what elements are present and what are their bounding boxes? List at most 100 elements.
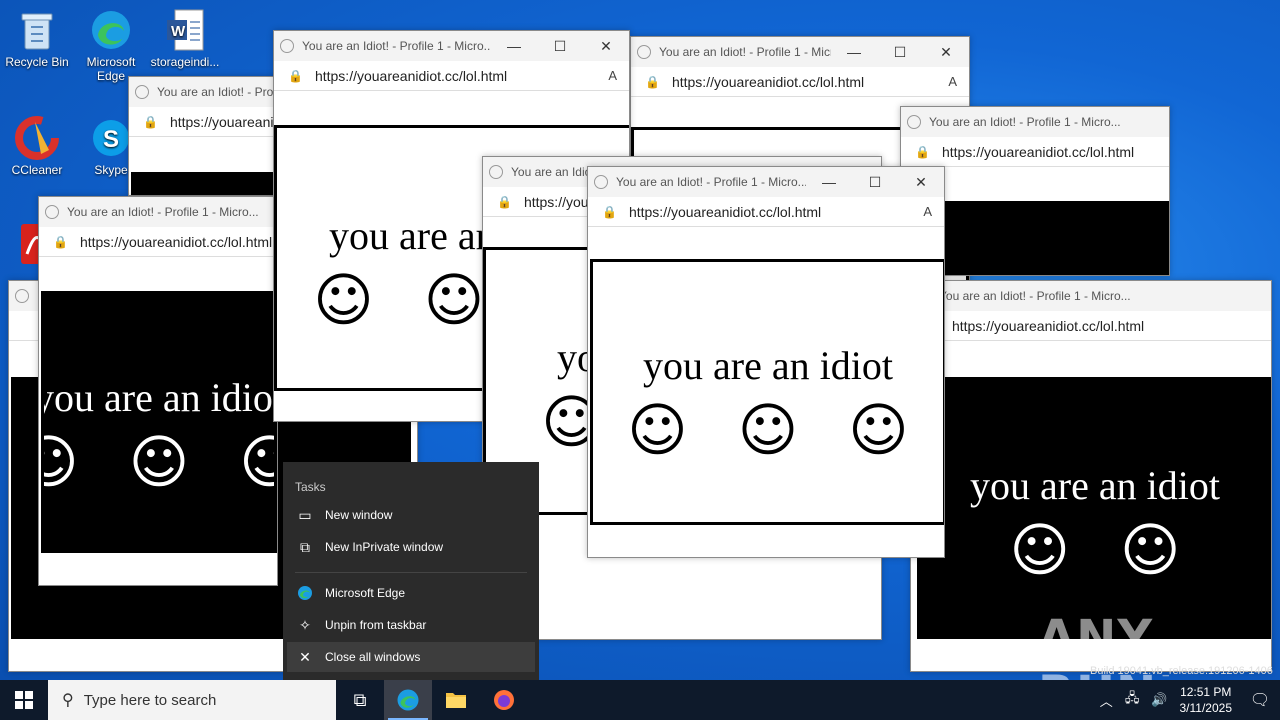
- jump-list-header: Tasks: [295, 480, 326, 494]
- read-aloud-icon[interactable]: A: [948, 74, 957, 89]
- task-view-button[interactable]: ⧉: [336, 680, 384, 720]
- idiot-message: you are an idiot: [41, 375, 277, 420]
- smiley-face-icon: ☺: [848, 396, 909, 464]
- address-bar[interactable]: 🔒 https://youareanidiot.cc/lol.html: [39, 227, 277, 257]
- taskbar-search-box[interactable]: ⚲ Type here to search: [48, 680, 336, 720]
- desktop-icon-label: storageindi...: [150, 55, 220, 69]
- firefox-icon: [494, 690, 514, 710]
- taskbar-edge-button[interactable]: [384, 680, 432, 720]
- read-aloud-icon[interactable]: A: [608, 68, 617, 83]
- url-text[interactable]: https://youareanidiot.cc/lol.html: [672, 74, 948, 90]
- window-title: You are an Idiot! - Profile 1 - Micro...: [659, 45, 831, 59]
- desktop-icon-label: Recycle Bin: [5, 55, 69, 69]
- taskbar-clock[interactable]: 12:51 PM 3/11/2025: [1180, 684, 1233, 716]
- smiley-face-icon: ☺: [313, 266, 374, 334]
- taskbar-jump-list: Tasks ▭ New window ⧉ New InPrivate windo…: [283, 462, 539, 680]
- system-tray: ︿ 🖧 🔊 12:51 PM 3/11/2025 🗨: [1094, 680, 1280, 720]
- jump-list-separator: [295, 572, 527, 573]
- close-button[interactable]: ✕: [898, 167, 944, 197]
- close-button[interactable]: ✕: [923, 37, 969, 67]
- minimize-button[interactable]: —: [491, 31, 537, 61]
- lock-icon: 🔒: [143, 114, 158, 129]
- skype-icon: S: [89, 116, 133, 160]
- desktop-icon-ccleaner[interactable]: CCleaner: [0, 116, 74, 177]
- edge-icon: [297, 585, 313, 601]
- maximize-button[interactable]: ☐: [877, 37, 923, 67]
- smiley-face-icon: ☺: [1120, 516, 1181, 584]
- window-titlebar[interactable]: You are an Idiot! - Profile 1 - Micro...…: [274, 31, 629, 61]
- window-titlebar[interactable]: You are an Idiot! - Profile 1 - Micro...…: [588, 167, 944, 197]
- address-bar[interactable]: 🔒 https://youareanidiot.cc/lol.html A: [631, 67, 969, 97]
- unpin-icon: ✧: [299, 616, 311, 633]
- tab-favicon-icon: [135, 85, 149, 99]
- tab-favicon-icon: [637, 45, 651, 59]
- lock-icon: 🔒: [602, 204, 617, 219]
- desktop-icon-word-document[interactable]: W storageindi...: [148, 8, 222, 69]
- jump-list-microsoft-edge[interactable]: Microsoft Edge: [287, 578, 535, 608]
- jump-list-new-inprivate-window[interactable]: ⧉ New InPrivate window: [287, 532, 535, 562]
- tab-favicon-icon: [45, 205, 59, 219]
- window-titlebar[interactable]: You are an Idiot! - Profile 1 - Micro...: [39, 197, 277, 227]
- lock-icon: 🔒: [915, 144, 930, 159]
- desktop-icon-label: CCleaner: [11, 163, 63, 177]
- folder-icon: [446, 693, 466, 708]
- maximize-button[interactable]: ☐: [537, 31, 583, 61]
- maximize-button[interactable]: ☐: [852, 167, 898, 197]
- jump-list-close-all-windows[interactable]: ✕ Close all windows: [287, 642, 535, 672]
- notification-center-button[interactable]: 🗨: [1240, 680, 1280, 720]
- taskbar-firefox-button[interactable]: [480, 680, 528, 720]
- volume-icon[interactable]: 🔊: [1151, 692, 1167, 708]
- window-title: You are an Idiot! - Profile 1 - Micro...: [67, 205, 259, 219]
- lock-icon: 🔒: [645, 74, 660, 89]
- url-text[interactable]: https://youareanidiot.cc/lol.html: [952, 318, 1271, 334]
- idiot-message: you are an idiot: [970, 463, 1220, 508]
- url-text[interactable]: https://youareanidiot.cc/lol.html: [80, 234, 277, 250]
- taskbar: ⚲ Type here to search ⧉ ︿ 🖧 🔊 12:51 PM 3…: [0, 680, 1280, 720]
- network-icon[interactable]: 🖧: [1125, 689, 1140, 711]
- address-bar[interactable]: 🔒 https://youareanidiot.cc/lol.html: [901, 137, 1169, 167]
- minimize-button[interactable]: —: [806, 167, 852, 197]
- lock-icon: 🔒: [497, 194, 512, 209]
- browser-window[interactable]: You are an Idiot! - Profile 1 - Micro...…: [38, 196, 278, 586]
- window-titlebar[interactable]: You are an Idiot! - Profile 1 - Micro...…: [631, 37, 969, 67]
- smiley-face-icon: ☺: [423, 266, 485, 334]
- page-content: you are an idiot ☺ ☺ ☺: [588, 227, 944, 557]
- minimize-button[interactable]: —: [831, 37, 877, 67]
- search-placeholder: Type here to search: [83, 691, 217, 709]
- browser-window[interactable]: You are an Idiot! - Profile 1 - Micro...…: [587, 166, 945, 558]
- address-bar[interactable]: 🔒 https://youareanidiot.cc/lol.html A: [274, 61, 629, 91]
- window-icon: ▭: [298, 506, 312, 523]
- jump-list-unpin[interactable]: ✧ Unpin from taskbar: [287, 610, 535, 640]
- url-text[interactable]: https://youareanidiot.cc/lol.html: [315, 68, 608, 84]
- taskbar-file-explorer-button[interactable]: [432, 680, 480, 720]
- search-icon: ⚲: [62, 692, 74, 709]
- window-titlebar[interactable]: You are an Idiot! - Profile 1 - Micro...: [901, 107, 1169, 137]
- window-title: You are an Idiot! - Profile 1 - Micro...: [929, 115, 1121, 129]
- address-bar[interactable]: 🔒 https://youareanidiot.cc/lol.html: [911, 311, 1271, 341]
- close-button[interactable]: ✕: [583, 31, 629, 61]
- window-titlebar[interactable]: You are an Idiot! - Profile 1 - Micro...: [911, 281, 1271, 311]
- idiot-message: you are an idiot: [643, 343, 893, 388]
- jump-list-item-label: New InPrivate window: [325, 540, 444, 554]
- desktop-icon-recycle-bin[interactable]: Recycle Bin: [0, 8, 74, 69]
- address-bar[interactable]: 🔒 https://youareanidiot.cc/lol.html A: [588, 197, 944, 227]
- jump-list-item-label: New window: [325, 508, 393, 522]
- window-title: You are an Idiot! - Profile 1 - Micro...: [939, 289, 1131, 303]
- jump-list-new-window[interactable]: ▭ New window: [287, 500, 535, 530]
- desktop-icon-edge[interactable]: Microsoft Edge: [74, 8, 148, 83]
- read-aloud-icon[interactable]: A: [923, 204, 932, 219]
- chevron-up-icon[interactable]: ︿: [1100, 691, 1113, 710]
- inprivate-icon: ⧉: [300, 538, 310, 555]
- url-text[interactable]: https://youareanidiot.cc/lol.html: [629, 204, 923, 220]
- svg-text:W: W: [171, 23, 186, 40]
- clock-date: 3/11/2025: [1179, 701, 1233, 715]
- edge-icon: [397, 689, 419, 711]
- lock-icon: 🔒: [288, 68, 303, 83]
- start-button[interactable]: [0, 680, 48, 720]
- task-view-icon: ⧉: [353, 689, 367, 710]
- lock-icon: 🔒: [53, 234, 68, 249]
- ccleaner-icon: [15, 116, 59, 160]
- smiley-face-icon: ☺: [44, 433, 79, 491]
- smiley-face-icon: ☺: [128, 428, 190, 496]
- url-text[interactable]: https://youareanidiot.cc/lol.html: [942, 144, 1169, 160]
